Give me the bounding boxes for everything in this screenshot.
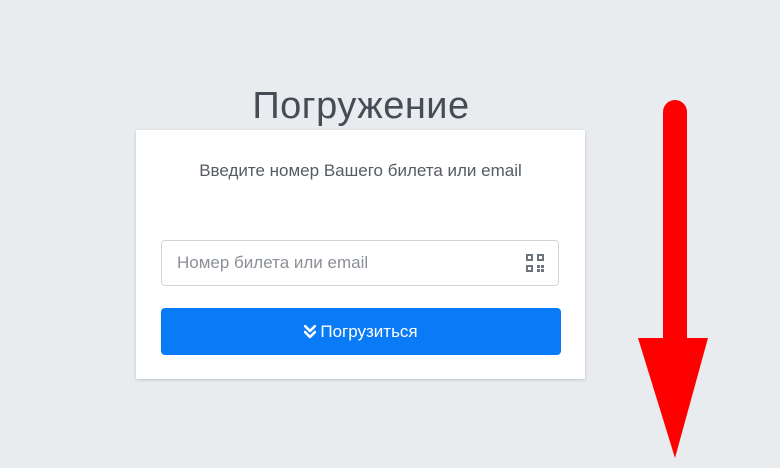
ticket-input-group [161,240,559,286]
qr-code-icon[interactable] [526,254,544,272]
login-card: Введите номер Вашего билета или email Но… [136,130,585,379]
page: Погружение Введите номер Вашего билета и… [0,0,780,468]
red-arrow-down-icon [638,100,708,458]
prompt-text: Введите номер Вашего билета или email [199,161,522,180]
ticket-or-email-input[interactable] [162,241,517,285]
submit-button-label: Погрузиться [320,321,418,341]
page-title: Погружение [252,85,470,128]
submit-button[interactable]: Погрузиться [161,308,561,355]
double-chevron-down-icon [304,324,317,338]
